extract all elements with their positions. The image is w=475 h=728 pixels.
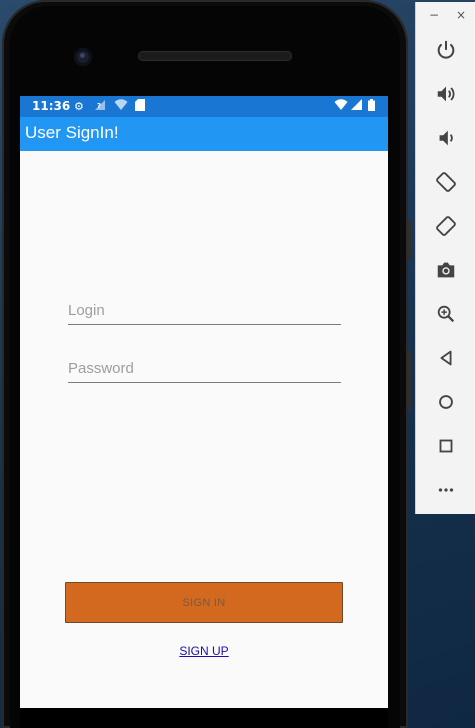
login-field[interactable]	[68, 298, 341, 325]
password-input[interactable]	[68, 356, 341, 380]
sign-up-container: SIGN UP	[20, 644, 388, 658]
home-button[interactable]	[431, 387, 461, 417]
overview-icon	[439, 439, 453, 453]
status-time: 11:36	[32, 99, 71, 113]
power-icon	[437, 40, 455, 59]
battery-icon	[368, 99, 375, 115]
no-sim-icon: ?	[94, 99, 106, 115]
rotate-right-icon	[436, 216, 456, 236]
svg-text:?: ?	[97, 102, 101, 110]
close-button[interactable]: ×	[456, 8, 466, 22]
sd-card-icon	[135, 99, 145, 115]
screenshot-button[interactable]	[431, 255, 461, 285]
sign-up-link[interactable]: SIGN UP	[179, 644, 228, 658]
rotate-left-icon	[436, 172, 456, 192]
volume-up-icon	[437, 86, 455, 102]
wifi-icon	[114, 99, 128, 115]
speaker-grille	[138, 51, 292, 61]
overview-button[interactable]	[431, 431, 461, 461]
phone-side-button-top	[407, 220, 411, 260]
home-icon	[439, 395, 453, 409]
emulator-window-controls: − ×	[416, 8, 475, 24]
volume-down-icon	[439, 130, 453, 146]
back-button[interactable]	[431, 343, 461, 373]
password-field[interactable]	[68, 356, 341, 383]
status-bar: 11:36 ⚙ ?	[20, 96, 388, 117]
login-input[interactable]	[68, 298, 341, 322]
rotate-right-button[interactable]	[431, 211, 461, 241]
sign-in-button[interactable]: SIGN IN	[65, 582, 343, 623]
zoom-icon	[437, 305, 455, 323]
app-bar: User SignIn!	[20, 117, 388, 151]
volume-down-button[interactable]	[431, 123, 461, 153]
device-screen: 11:36 ⚙ ? User SignIn! SIGN IN SIGN UP	[20, 96, 388, 708]
camera-icon	[437, 262, 455, 278]
cell-signal-icon	[351, 99, 362, 115]
page-title: User SignIn!	[25, 123, 119, 142]
power-button[interactable]	[431, 35, 461, 65]
back-icon	[440, 350, 452, 366]
front-camera	[74, 48, 92, 66]
rotate-left-button[interactable]	[431, 167, 461, 197]
volume-up-button[interactable]	[431, 79, 461, 109]
phone-side-button-bottom	[407, 350, 411, 410]
settings-icon: ⚙	[74, 100, 84, 113]
zoom-button[interactable]	[431, 299, 461, 329]
minimize-button[interactable]: −	[429, 8, 439, 22]
emulator-toolbar: − ×	[415, 2, 475, 514]
more-icon	[438, 488, 454, 492]
wifi-signal-icon	[334, 99, 348, 115]
more-button[interactable]	[431, 475, 461, 505]
navigation-bar	[20, 708, 388, 728]
